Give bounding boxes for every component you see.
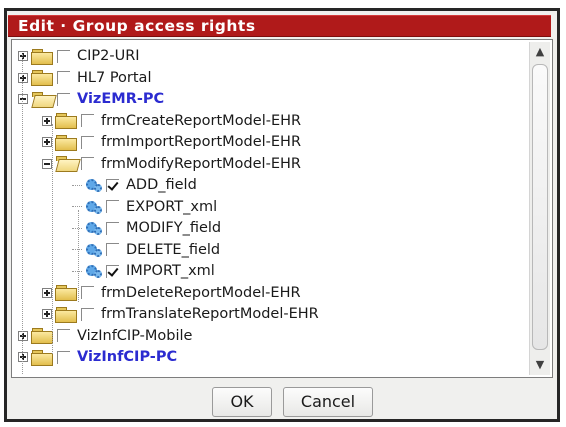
tree-item-label: frmCreateReportModel-EHR	[101, 112, 302, 129]
tree-item-label: frmTranslateReportModel-EHR	[101, 306, 319, 322]
scrollbar-thumb[interactable]	[532, 64, 548, 350]
permission-checkbox[interactable]	[81, 307, 94, 321]
tree-item[interactable]: frmTranslateReportModel-EHR	[42, 304, 319, 324]
tree-item[interactable]: CIP2-URI	[18, 46, 140, 66]
tree-item[interactable]: VizEMR-PC	[18, 89, 164, 109]
tree-item[interactable]: VizInfCIP-Mobile	[18, 326, 192, 346]
expand-icon[interactable]	[42, 287, 52, 298]
tree-item[interactable]: VizInfCIP-PC	[18, 347, 177, 367]
tree-item-label: VizEMR-PC	[77, 91, 165, 107]
folder-icon	[55, 285, 77, 301]
tree-item-label: frmDeleteReportModel-EHR	[101, 284, 301, 301]
permission-checkbox[interactable]	[106, 200, 119, 213]
tree-item-label: MODIFY_field	[126, 220, 222, 236]
tree-guide-line	[22, 54, 23, 374]
tree-item[interactable]: frmModifyReportModel-EHR	[42, 154, 301, 174]
tree-item[interactable]: DELETE_field	[72, 240, 220, 260]
tree-item[interactable]: HL7 Portal	[18, 68, 151, 88]
folder-icon	[55, 306, 77, 323]
collapse-icon[interactable]	[18, 94, 28, 104]
folder-open-icon	[55, 156, 77, 171]
tree-connector	[72, 206, 82, 207]
gear-icon	[84, 199, 104, 215]
tree-connector	[72, 184, 82, 186]
ok-button[interactable]: OK	[212, 387, 272, 417]
folder-icon	[31, 70, 53, 86]
expand-icon[interactable]	[18, 330, 28, 341]
tree-item-label: ADD_field	[126, 177, 197, 193]
chevron-up-icon[interactable]: ▲	[531, 42, 549, 62]
tree-item[interactable]: frmCreateReportModel-EHR	[42, 111, 301, 131]
expand-icon[interactable]	[18, 72, 28, 83]
cancel-button[interactable]: Cancel	[283, 387, 373, 417]
tree-item-label: HL7 Portal	[77, 69, 152, 86]
tree-connector	[72, 270, 82, 272]
folder-icon	[31, 328, 53, 344]
expand-icon[interactable]	[18, 51, 28, 61]
folder-icon	[55, 134, 77, 151]
folder-open-icon	[31, 91, 53, 107]
tree-guide-line	[52, 124, 53, 354]
tree-item-label: EXPORT_xml	[126, 198, 218, 215]
dialog-title: Edit · Group access rights	[18, 17, 256, 35]
tree-item-label: DELETE_field	[126, 241, 221, 258]
permission-checkbox[interactable]	[57, 71, 70, 84]
tree-item-label: frmImportReportModel-EHR	[101, 134, 302, 150]
tree-item[interactable]: MODIFY_field	[72, 218, 221, 238]
tree-item[interactable]: EXPORT_xml	[72, 197, 217, 217]
tree-item-label: frmModifyReportModel-EHR	[101, 155, 301, 172]
dialog-title-bar[interactable]: Edit · Group access rights	[8, 15, 551, 37]
permission-checkbox[interactable]	[57, 329, 70, 342]
permission-checkbox[interactable]	[106, 243, 119, 256]
tree-item[interactable]: frmImportReportModel-EHR	[42, 132, 301, 152]
permission-checkbox[interactable]	[57, 350, 70, 364]
chevron-down-icon[interactable]: ▼	[531, 355, 549, 375]
expand-icon[interactable]	[42, 309, 52, 319]
tree-item[interactable]: ADD_field	[72, 175, 197, 195]
permission-checkbox[interactable]	[106, 221, 119, 235]
tree-item[interactable]: IMPORT_xml	[72, 261, 215, 281]
tree-item-label: VizInfCIP-Mobile	[77, 327, 193, 344]
tree-item-label: CIP2-URI	[77, 48, 140, 64]
permission-checkbox[interactable]	[106, 178, 119, 192]
tree-item-label: IMPORT_xml	[126, 263, 215, 279]
collapse-icon[interactable]	[42, 158, 52, 169]
tree-connector	[72, 249, 82, 250]
permission-checkbox[interactable]	[81, 114, 94, 127]
folder-icon	[31, 48, 53, 65]
permission-checkbox[interactable]	[81, 286, 94, 299]
tree-connector	[72, 227, 82, 229]
expand-icon[interactable]	[18, 352, 28, 362]
access-rights-tree: CIP2-URI HL7 Portal VizEMR-PC frmCreateRepo…	[11, 39, 553, 378]
folder-icon	[31, 349, 53, 366]
gear-icon	[84, 242, 104, 258]
tree-item-label: VizInfCIP-PC	[77, 349, 178, 365]
expand-icon[interactable]	[42, 137, 52, 147]
gear-icon	[84, 263, 104, 279]
permission-checkbox[interactable]	[106, 264, 119, 278]
permission-checkbox[interactable]	[81, 157, 94, 170]
tree-item[interactable]: frmDeleteReportModel-EHR	[42, 283, 301, 303]
permission-checkbox[interactable]	[57, 49, 70, 63]
permission-checkbox[interactable]	[81, 135, 94, 149]
gear-icon	[84, 177, 104, 193]
permission-checkbox[interactable]	[57, 92, 70, 106]
expand-icon[interactable]	[42, 115, 52, 126]
folder-icon	[55, 113, 77, 129]
tree-guide-line	[78, 210, 79, 302]
vertical-scrollbar[interactable]: ▲ ▼	[529, 42, 550, 375]
gear-icon	[84, 220, 104, 236]
